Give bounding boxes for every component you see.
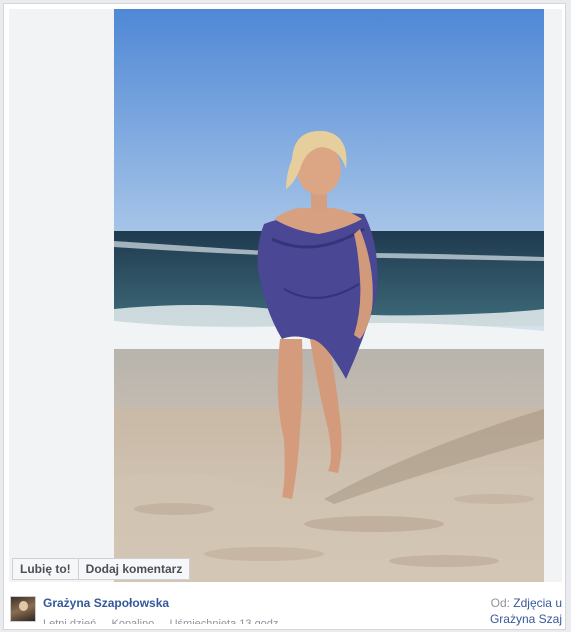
- album-owner-link[interactable]: Grażyna Szaj: [490, 612, 562, 626]
- beach-photo-image: [114, 9, 544, 582]
- album-link[interactable]: Zdjęcia u: [513, 596, 562, 610]
- avatar[interactable]: [10, 596, 36, 622]
- album-source: Od: Zdjęcia u: [491, 596, 562, 610]
- post-subline: Letni dzień ... Kopalino ... Uśmiechnięt…: [43, 618, 282, 624]
- photo-actions: Lubię to! Dodaj komentarz: [12, 558, 191, 580]
- add-comment-button[interactable]: Dodaj komentarz: [78, 558, 191, 580]
- author-name[interactable]: Grażyna Szapołowska: [43, 596, 169, 610]
- like-button[interactable]: Lubię to!: [12, 558, 79, 580]
- beach-photo[interactable]: [114, 9, 544, 582]
- post-meta: Grażyna Szapołowska Letni dzień ... Kopa…: [9, 590, 562, 630]
- from-label: Od:: [490, 596, 510, 610]
